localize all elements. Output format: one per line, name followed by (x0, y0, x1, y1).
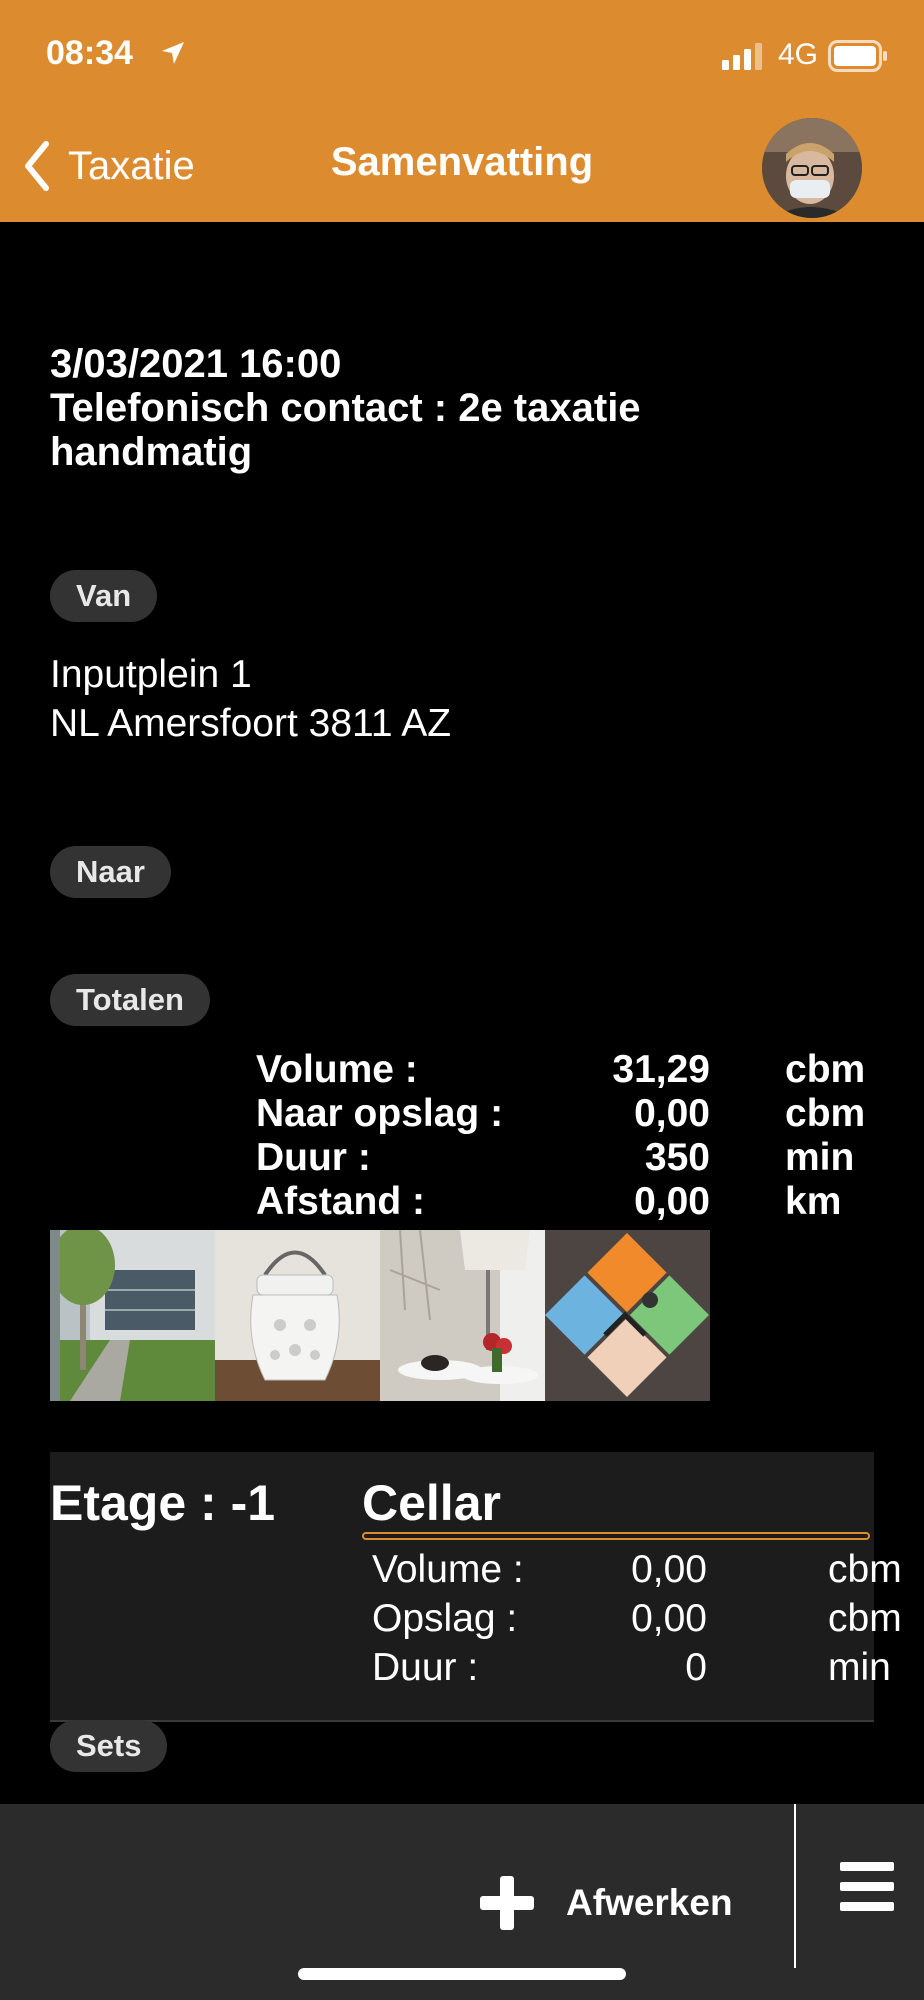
hamburger-menu-icon[interactable] (840, 1860, 894, 1914)
location-arrow-icon (162, 42, 184, 64)
section-pill-naar: Naar (50, 846, 171, 898)
lamp-table-photo-icon (380, 1230, 545, 1401)
room-name[interactable]: Cellar (362, 1474, 501, 1532)
home-indicator (298, 1968, 626, 1980)
section-pill-van: Van (50, 570, 158, 622)
section-pill-totalen: Totalen (50, 974, 210, 1026)
battery-icon (828, 40, 887, 72)
room-stats: Volume : 0,00 cbm Opslag : 0,00 cbm Duur… (372, 1548, 902, 1695)
finish-label: Afwerken (566, 1882, 733, 1923)
totals-value: 31,29 (612, 1048, 710, 1091)
network-type: 4G (778, 38, 819, 71)
finish-button[interactable]: Afwerken (478, 1874, 733, 1932)
room-stat-row: Opslag : 0,00 cbm (372, 1597, 902, 1646)
room-stat-row: Volume : 0,00 cbm (372, 1548, 902, 1597)
floor-label: Etage : -1 (50, 1475, 276, 1531)
room-stat-row: Duur : 0 min (372, 1646, 891, 1695)
toolbar-divider (794, 1804, 796, 1968)
section-pill-sets: Sets (50, 1720, 168, 1772)
room-stat-unit: min (828, 1646, 891, 1689)
room-stat-value: 0 (685, 1646, 707, 1689)
totals-row: Afstand : 0,00 km (0, 1180, 924, 1224)
lantern-photo-icon (215, 1230, 380, 1401)
totals-row: Naar opslag : 0,00 cbm (0, 1092, 924, 1136)
status-time: 08:34 (46, 34, 133, 72)
photo-thumbnail[interactable] (380, 1230, 545, 1401)
plus-icon (480, 1876, 534, 1930)
totals-label: Naar opslag : (256, 1092, 504, 1135)
appointment-mode: handmatig (50, 430, 253, 474)
appointment-datetime: 3/03/2021 16:00 (50, 342, 342, 386)
appointment-type: Telefonisch contact : 2e taxatie (50, 386, 641, 430)
room-underline (362, 1532, 870, 1540)
address-line: NL Amersfoort 3811 AZ (50, 702, 452, 745)
room-stat-unit: cbm (828, 1548, 902, 1591)
building-photo-icon (50, 1230, 215, 1401)
floor-card[interactable]: Etage : -1 Cellar Volume : 0,00 cbm Opsl… (50, 1452, 902, 1722)
photo-thumbnail[interactable] (545, 1230, 710, 1401)
totals-label: Duur : (256, 1136, 371, 1179)
photo-thumbnail[interactable] (50, 1230, 215, 1401)
room-stat-label: Volume : (372, 1548, 524, 1591)
address-line: Inputplein 1 (50, 653, 252, 696)
tile-art-photo-icon (545, 1230, 710, 1401)
from-address: Inputplein 1 NL Amersfoort 3811 AZ (50, 650, 451, 748)
totals-value: 0,00 (634, 1092, 710, 1135)
user-photo-icon (762, 118, 862, 218)
totals-unit: cbm (785, 1048, 866, 1091)
room-stat-label: Opslag : (372, 1597, 518, 1640)
room-stat-label: Duur : (372, 1646, 479, 1689)
totals-table: Volume : 31,29 cbm Naar opslag : 0,00 cb… (0, 1048, 924, 1224)
room-stat-value: 0,00 (631, 1548, 707, 1591)
totals-label: Afstand : (256, 1180, 425, 1223)
totals-row: Volume : 31,29 cbm (0, 1048, 924, 1092)
avatar[interactable] (762, 118, 862, 218)
navigation-bar: 08:34 4G Taxatie Samenvatting (0, 0, 924, 222)
appointment-info: 3/03/2021 16:00 Telefonisch contact : 2e… (50, 342, 870, 474)
totals-unit: km (785, 1180, 842, 1223)
cellular-signal-icon (722, 43, 762, 70)
room-stat-value: 0,00 (631, 1597, 707, 1640)
totals-value: 0,00 (634, 1180, 710, 1223)
totals-unit: cbm (785, 1092, 866, 1135)
totals-value: 350 (644, 1136, 710, 1179)
photo-thumbnail[interactable] (215, 1230, 380, 1401)
totals-label: Volume : (256, 1048, 418, 1091)
totals-row: Duur : 350 min (0, 1136, 924, 1180)
totals-unit: min (785, 1136, 855, 1179)
photo-strip (50, 1230, 710, 1401)
room-stat-unit: cbm (828, 1597, 902, 1640)
